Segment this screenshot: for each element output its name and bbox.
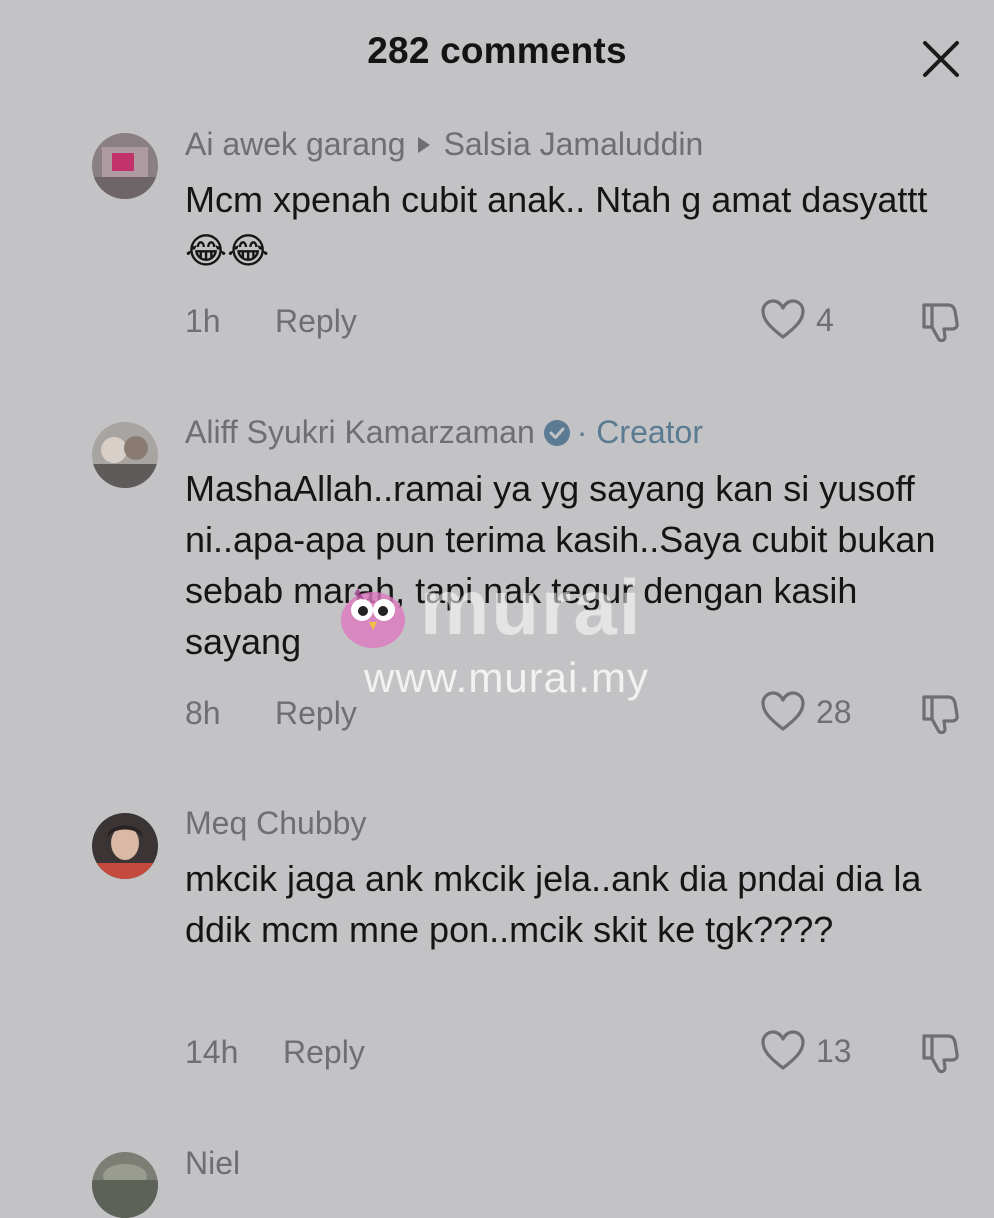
comments-header: 282 comments <box>0 0 994 100</box>
comment-text: MashaAllah..ramai ya yg sayang kan si yu… <box>185 468 936 662</box>
dislike-button[interactable] <box>918 297 966 345</box>
comments-count-title: 282 comments <box>367 30 627 71</box>
heart-icon <box>761 691 805 731</box>
close-button[interactable] <box>916 34 966 84</box>
like-button[interactable]: 4 <box>760 299 834 341</box>
comment-author-line: Niel <box>185 1145 240 1182</box>
comment-author[interactable]: Aliff Syukri Kamarzaman <box>185 414 535 451</box>
like-button[interactable]: 13 <box>760 1030 852 1072</box>
avatar[interactable] <box>92 1152 158 1218</box>
comment-author[interactable]: Meq Chubby <box>185 805 366 842</box>
comment-time: 8h <box>185 695 221 731</box>
thumbs-down-icon <box>922 303 959 343</box>
like-count: 28 <box>816 693 852 730</box>
comment-time: 14h <box>185 1034 239 1070</box>
like-count: 4 <box>816 301 834 338</box>
avatar[interactable] <box>92 422 158 488</box>
dislike-button[interactable] <box>918 689 966 737</box>
dislike-button[interactable] <box>918 1028 966 1076</box>
reply-button[interactable]: Reply <box>283 1034 365 1071</box>
comment-text: mkcik jaga ank mkcik jela..ank dia pndai… <box>185 858 922 950</box>
comment-author-line: Meq Chubby <box>185 805 366 842</box>
comment-time: 1h <box>185 303 221 339</box>
reply-button[interactable]: Reply <box>275 695 357 732</box>
avatar[interactable] <box>92 133 158 199</box>
thumbs-down-icon <box>922 695 959 735</box>
comment-author-line: Ai awek garang Salsia Jamaluddin <box>185 126 703 163</box>
heart-icon <box>761 1030 805 1070</box>
like-button[interactable]: 28 <box>760 691 852 733</box>
comment-author[interactable]: Ai awek garang <box>185 126 406 163</box>
reply-to-author[interactable]: Salsia Jamaluddin <box>444 126 704 163</box>
comment-author[interactable]: Niel <box>185 1145 240 1182</box>
reply-button[interactable]: Reply <box>275 303 357 340</box>
verified-badge-icon <box>543 419 570 446</box>
avatar[interactable] <box>92 813 158 879</box>
thumbs-down-icon <box>922 1034 959 1074</box>
close-icon <box>923 41 959 77</box>
creator-badge: · Creator <box>576 414 703 450</box>
heart-icon <box>761 299 805 339</box>
comment-author-line: Aliff Syukri Kamarzaman · Creator <box>185 414 703 451</box>
comment-text: Mcm xpenah cubit anak.. Ntah g amat dasy… <box>185 179 928 271</box>
reply-arrow-icon <box>417 136 430 153</box>
like-count: 13 <box>816 1032 852 1069</box>
